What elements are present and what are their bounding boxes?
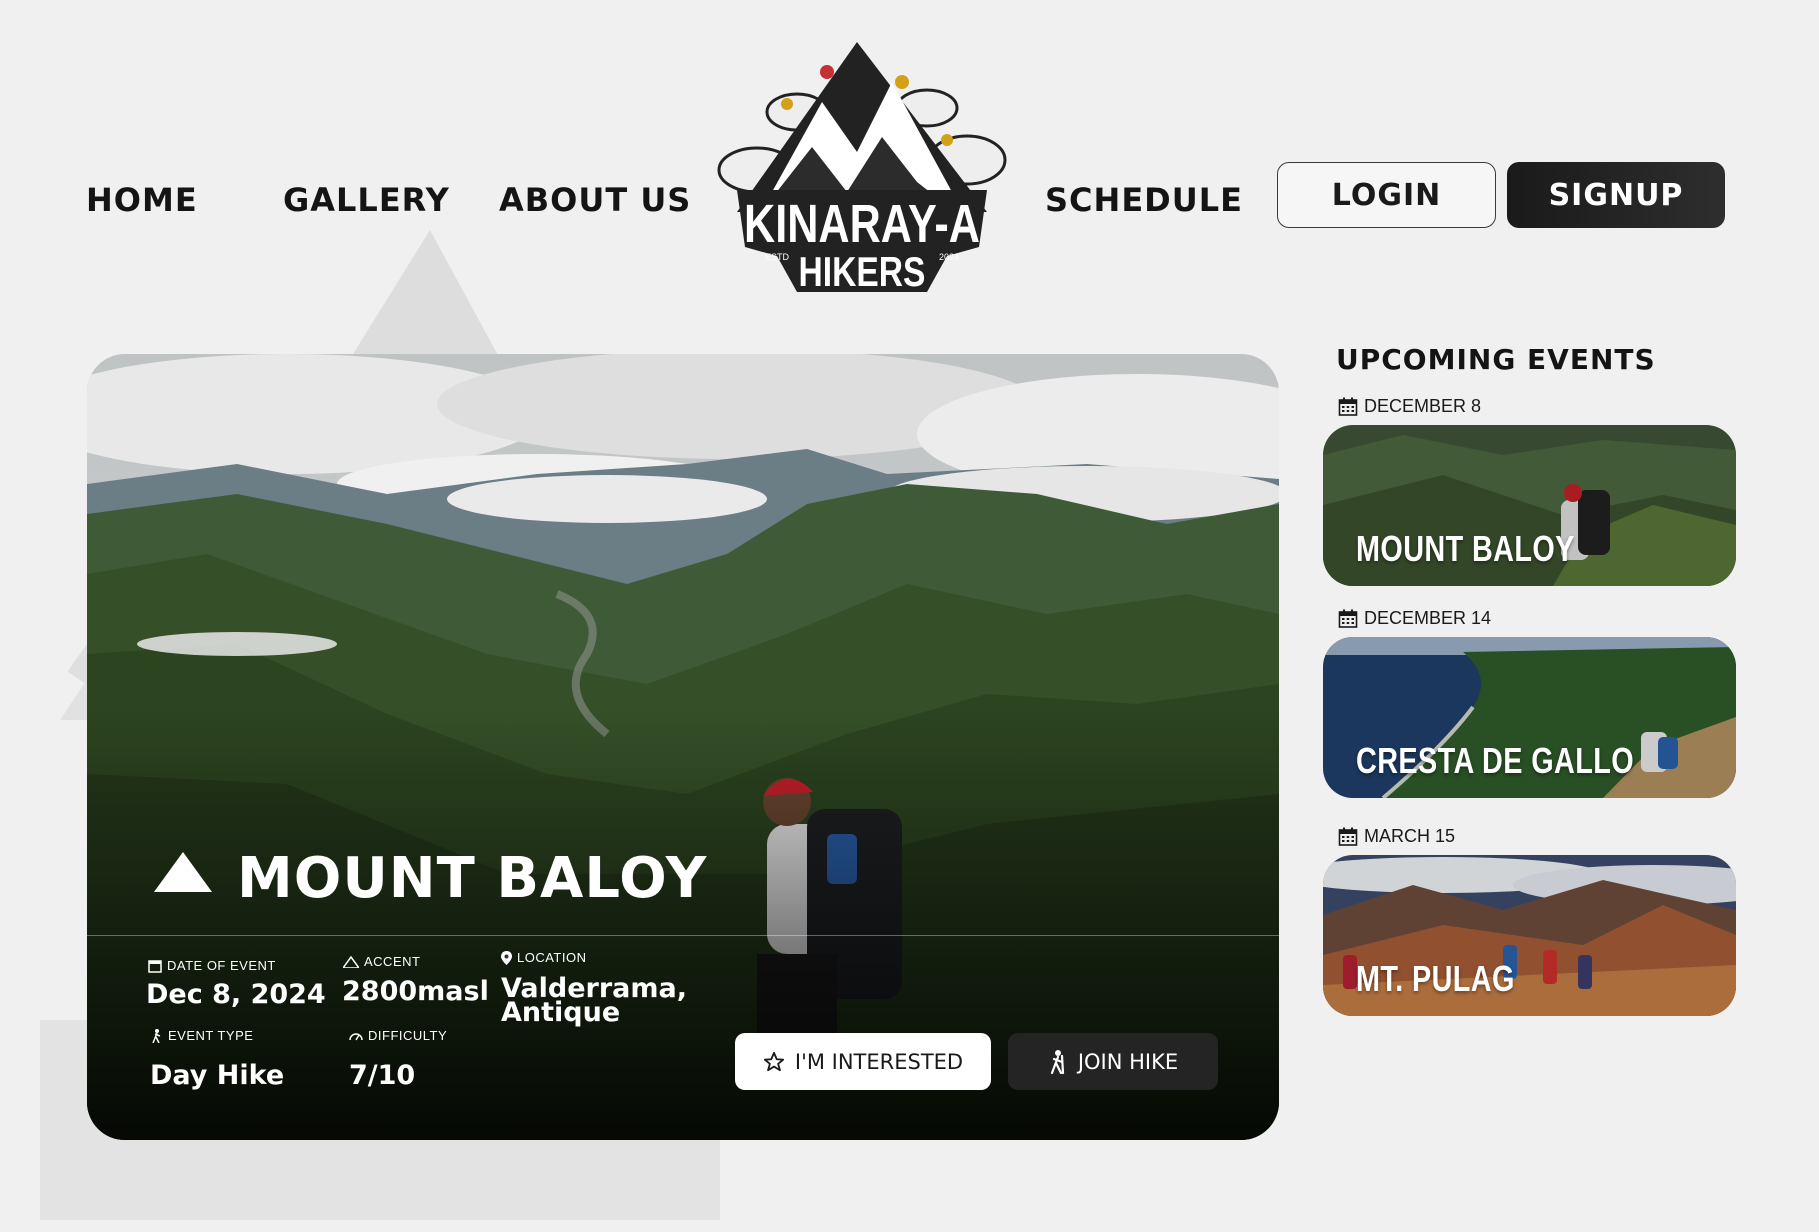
event-type-label-text: EVENT TYPE (168, 1028, 254, 1043)
location-label: LOCATION (501, 950, 587, 965)
calendar-icon (1338, 827, 1358, 846)
event-date-1: DECEMBER 8 (1338, 396, 1481, 417)
event-name: MOUNT BALOY (1356, 528, 1575, 569)
hero-event-card: MOUNT BALOY DATE OF EVENT Dec 8, 2024 AC… (87, 354, 1279, 1140)
logo-estd: ESTD (765, 252, 790, 262)
accent-value: 2800masl (342, 976, 489, 1007)
location-line2: Antique (501, 997, 621, 1028)
event-name: CRESTA DE GALLO (1356, 740, 1634, 781)
date-label-text: DATE OF EVENT (167, 958, 276, 973)
event-card-mt-pulag[interactable]: MT. PULAG (1323, 855, 1736, 1016)
calendar-icon (148, 959, 162, 973)
hero-title: MOUNT BALOY (237, 846, 708, 911)
location-pin-icon (501, 950, 512, 965)
event-date-text: MARCH 15 (1364, 826, 1456, 846)
hero-landscape-photo (87, 354, 1279, 1140)
accent-label: ACCENT (343, 954, 420, 969)
calendar-icon (1338, 609, 1358, 628)
hiker-icon (152, 1028, 161, 1043)
login-button[interactable]: LOGIN (1277, 162, 1496, 228)
upcoming-events-title: UPCOMING EVENTS (1336, 343, 1656, 376)
event-date-2: DECEMBER 14 (1338, 608, 1491, 629)
mountain-small-icon (343, 955, 359, 968)
accent-label-text: ACCENT (364, 954, 421, 969)
nav-gallery[interactable]: GALLERY (283, 181, 450, 219)
calendar-icon (1338, 397, 1358, 416)
location-label-text: LOCATION (517, 950, 587, 965)
hero-divider (87, 935, 1279, 936)
logo-text-hikers: HIKERS (799, 250, 926, 296)
hiker-icon (1050, 1049, 1064, 1074)
difficulty-label: DIFFICULTY (349, 1028, 447, 1043)
nav-schedule[interactable]: SCHEDULE (1045, 181, 1243, 219)
logo-text-kinaraya: KINARAY-A (744, 195, 980, 255)
difficulty-label-text: DIFFICULTY (368, 1028, 448, 1043)
date-value: Dec 8, 2024 (146, 979, 326, 1010)
join-hike-button[interactable]: JOIN HIKE (1008, 1033, 1218, 1090)
signup-button[interactable]: SIGNUP (1507, 162, 1725, 228)
nav-about-us[interactable]: ABOUT US (499, 181, 691, 219)
join-hike-button-label: JOIN HIKE (1077, 1049, 1179, 1074)
event-card-cresta-de-gallo[interactable]: CRESTA DE GALLO (1323, 637, 1736, 798)
logo-year: 2024 (939, 252, 959, 262)
event-type-label: EVENT TYPE (151, 1028, 253, 1043)
event-card-mount-baloy[interactable]: MOUNT BALOY (1323, 425, 1736, 586)
interested-button[interactable]: I'M INTERESTED (735, 1033, 991, 1090)
event-date-text: DECEMBER 14 (1364, 608, 1492, 628)
star-icon (763, 1051, 784, 1071)
difficulty-value: 7/10 (349, 1060, 416, 1091)
gauge-icon (349, 1032, 363, 1040)
event-name: MT. PULAG (1356, 958, 1515, 999)
event-date-3: MARCH 15 (1338, 826, 1455, 847)
site-logo[interactable]: KINARAY-A HIKERS ESTD 2024 (717, 42, 1007, 300)
interested-button-label: I'M INTERESTED (794, 1049, 964, 1074)
event-date-text: DECEMBER 8 (1364, 396, 1482, 416)
mountain-icon (154, 852, 212, 892)
nav-home[interactable]: HOME (86, 181, 198, 219)
event-type-value: Day Hike (150, 1060, 285, 1091)
date-label: DATE OF EVENT (148, 958, 276, 973)
